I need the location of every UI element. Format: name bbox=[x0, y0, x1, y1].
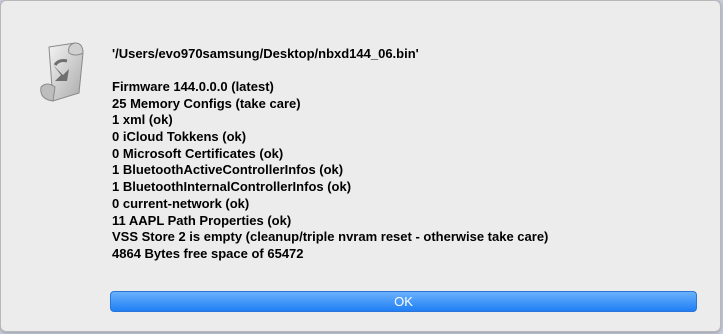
file-path: '/Users/evo970samsung/Desktop/nbxd144_06… bbox=[112, 46, 419, 61]
alert-dialog: '/Users/evo970samsung/Desktop/nbxd144_06… bbox=[0, 0, 721, 332]
info-line: VSS Store 2 is empty (cleanup/triple nvr… bbox=[112, 229, 549, 245]
info-line: 1 BluetoothInternalControllerInfos (ok) bbox=[112, 179, 352, 195]
info-line: 0 current-network (ok) bbox=[112, 195, 250, 211]
info-line: Firmware 144.0.0.0 (latest) bbox=[112, 79, 274, 94]
message-area: '/Users/evo970samsung/Desktop/nbxd144_06… bbox=[112, 46, 702, 263]
info-line: 1 BluetoothActiveControllerInfos (ok) bbox=[112, 162, 344, 178]
info-line: 0 iCloud Tokkens (ok) bbox=[112, 129, 247, 145]
ok-button[interactable]: OK bbox=[110, 291, 697, 312]
script-scroll-icon bbox=[31, 41, 91, 111]
info-line: 0 Microsoft Certificates (ok) bbox=[112, 145, 284, 161]
info-line: 4864 Bytes free space of 65472 bbox=[112, 245, 304, 261]
info-line: 25 Memory Configs (take care) bbox=[112, 95, 301, 111]
info-line: 1 xml (ok) bbox=[112, 112, 173, 128]
info-line: 11 AAPL Path Properties (ok) bbox=[112, 212, 292, 228]
